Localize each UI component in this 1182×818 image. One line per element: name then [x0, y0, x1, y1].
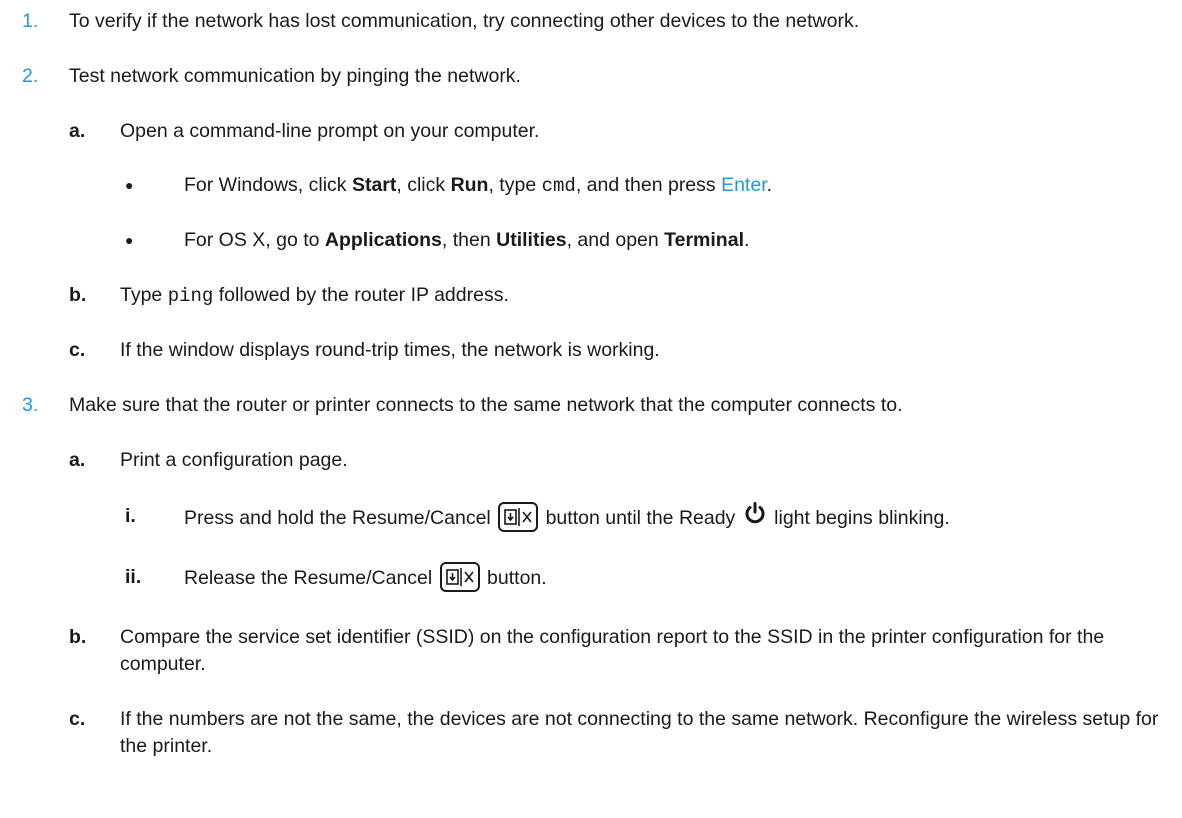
resume-cancel-button-icon: [439, 562, 480, 592]
substep-3c: c. If the numbers are not the same, the …: [0, 706, 1182, 766]
roman-number: ii.: [125, 566, 142, 588]
substep-letter: a.: [69, 120, 86, 142]
roman-text: Press and hold the Resume/Cancel button …: [184, 501, 950, 535]
substep-text: Print a configuration page.: [120, 449, 348, 471]
step-number: 3.: [22, 394, 39, 416]
power-icon: [743, 501, 767, 533]
step-number: 1.: [22, 10, 39, 32]
ping-code: ping: [167, 285, 214, 307]
bullet-text: For Windows, click Start, click Run, typ…: [184, 174, 773, 197]
step-text: To verify if the network has lost commun…: [69, 10, 860, 32]
start-menu-label: Start: [351, 174, 397, 196]
enter-key-link[interactable]: Enter: [721, 174, 767, 196]
roman-text: Release the Resume/Cancel button.: [184, 562, 547, 594]
substep-letter: c.: [69, 339, 86, 361]
applications-label: Applications: [324, 229, 442, 251]
run-label: Run: [450, 174, 489, 196]
substep-letter: a.: [69, 449, 86, 471]
substep-letter: c.: [69, 708, 86, 730]
resume-cancel-button-icon: [498, 502, 539, 532]
roman-number: i.: [125, 505, 136, 527]
substep-letter: b.: [69, 626, 87, 648]
step-number: 2.: [22, 65, 39, 87]
substep-text: Compare the service set identifier (SSID…: [120, 626, 1105, 675]
bullet-text: For OS X, go to Applications, then Utili…: [184, 229, 750, 251]
bullet-icon: ●: [125, 232, 134, 248]
substep-text: If the window displays round-trip times,…: [120, 339, 660, 361]
utilities-label: Utilities: [496, 229, 567, 251]
terminal-label: Terminal: [664, 229, 744, 251]
step-text: Test network communication by pinging th…: [69, 65, 521, 87]
substep-3b: b. Compare the service set identifier (S…: [0, 624, 1182, 684]
substep-text: If the numbers are not the same, the dev…: [120, 708, 1159, 757]
substep-text: Type ping followed by the router IP addr…: [120, 284, 509, 307]
substep-letter: b.: [69, 284, 87, 306]
substep-text: Open a command-line prompt on your compu…: [120, 120, 540, 142]
step-text: Make sure that the router or printer con…: [69, 394, 903, 416]
bullet-icon: ●: [125, 177, 134, 193]
cmd-code: cmd: [541, 175, 576, 197]
